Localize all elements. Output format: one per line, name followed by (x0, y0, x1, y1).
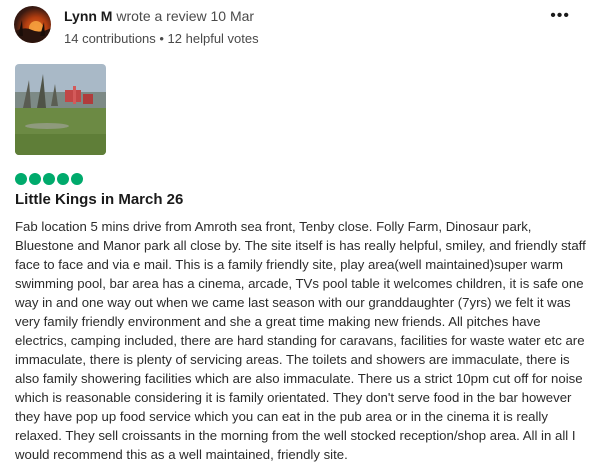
author-meta: Lynn M wrote a review 10 Mar 14 contribu… (64, 8, 259, 47)
review-text: Fab location 5 mins drive from Amroth se… (15, 219, 586, 462)
review-header: Lynn M wrote a review 10 Mar 14 contribu… (14, 6, 259, 47)
review-photo[interactable] (15, 64, 106, 155)
rating-bubbles (15, 173, 83, 185)
rating-bubble-filled (43, 173, 55, 185)
author-line: Lynn M wrote a review 10 Mar (64, 8, 259, 25)
author-name[interactable]: Lynn M (64, 8, 112, 24)
rating-bubble-filled (57, 173, 69, 185)
rating-bubble-filled (15, 173, 27, 185)
review-title[interactable]: Little Kings in March 26 (15, 190, 183, 210)
author-stats: 14 contributions • 12 helpful votes (64, 31, 259, 46)
more-options-icon[interactable]: ••• (550, 8, 570, 24)
rating-bubble-filled (29, 173, 41, 185)
rating-bubble-filled (71, 173, 83, 185)
avatar[interactable] (14, 6, 51, 43)
review-action: wrote a review 10 Mar (116, 8, 255, 24)
